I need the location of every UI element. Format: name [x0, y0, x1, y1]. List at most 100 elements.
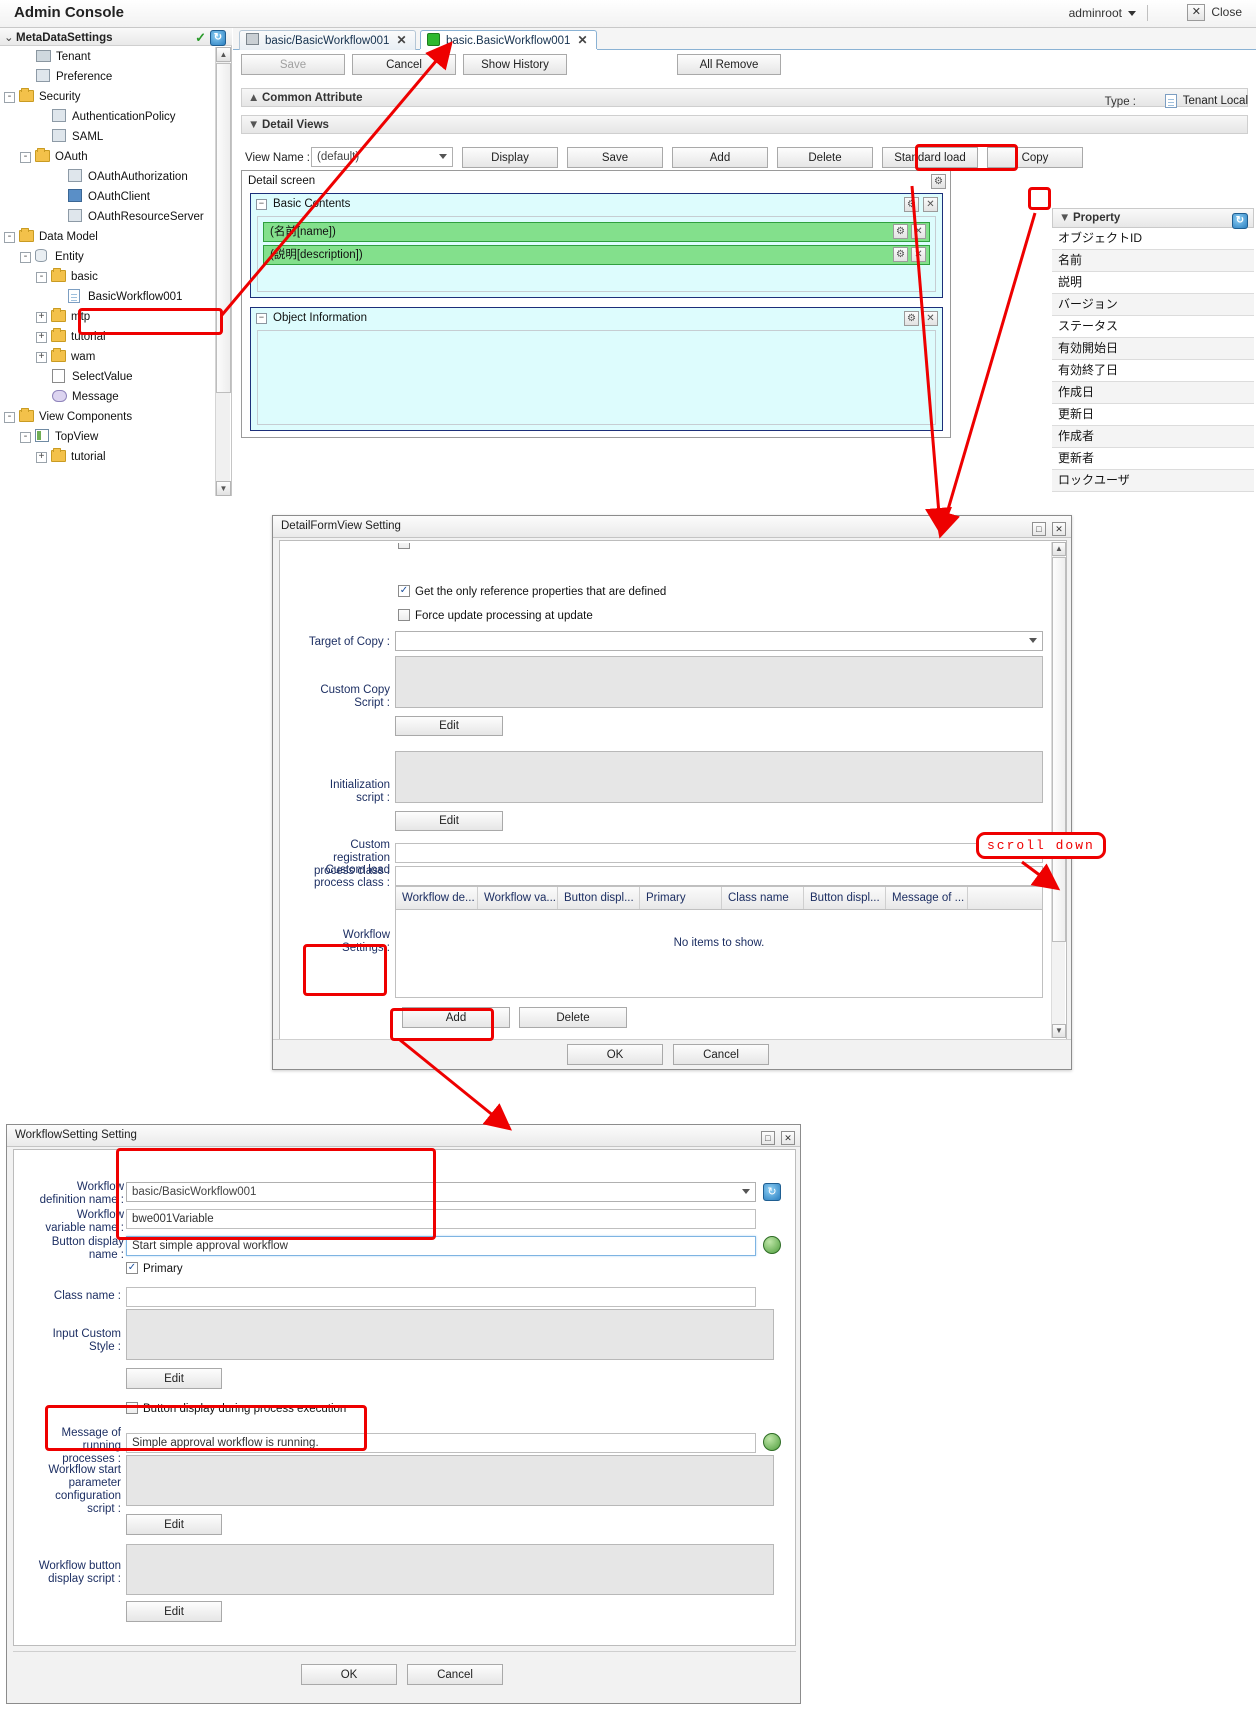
- tree-node-oauthauthorization[interactable]: OAuthAuthorization: [0, 167, 232, 187]
- tree-expander-icon[interactable]: -: [36, 271, 47, 283]
- close-icon[interactable]: ✕: [1052, 522, 1066, 536]
- property-row[interactable]: 名前: [1052, 250, 1254, 272]
- message-of-running-processes-input[interactable]: [126, 1433, 756, 1453]
- property-row[interactable]: オブジェクトID: [1052, 228, 1254, 250]
- input-custom-style-edit-button[interactable]: Edit: [126, 1368, 222, 1389]
- cancel-button[interactable]: Cancel: [352, 54, 456, 75]
- scroll-down-icon[interactable]: ▼: [216, 481, 231, 496]
- custom-load-process-class-input[interactable]: [395, 866, 1043, 886]
- table-column-header[interactable]: Button displ...: [558, 887, 640, 909]
- table-column-header[interactable]: Workflow de...: [396, 887, 478, 909]
- tree-node-topview[interactable]: - TopView: [0, 427, 232, 447]
- checkbox-button-display-during-process[interactable]: Button display during process execution: [126, 1402, 346, 1415]
- workflowsetting-cancel-button[interactable]: Cancel: [407, 1664, 503, 1685]
- tree-node-entity[interactable]: - Entity: [0, 247, 232, 267]
- checkbox-primary[interactable]: ✓ Primary: [126, 1262, 183, 1275]
- property-row[interactable]: 更新日: [1052, 404, 1254, 426]
- tree-node-view-components[interactable]: - View Components: [0, 407, 232, 427]
- property-row[interactable]: 有効終了日: [1052, 360, 1254, 382]
- property-row[interactable]: 作成者: [1052, 426, 1254, 448]
- tree-expander-icon[interactable]: +: [36, 331, 47, 343]
- scroll-down-icon[interactable]: ▼: [1052, 1024, 1066, 1038]
- tab-close-icon[interactable]: ✕: [396, 31, 406, 50]
- checkbox-icon[interactable]: [126, 1402, 138, 1414]
- object-information-gear-icon[interactable]: ⚙: [904, 311, 919, 326]
- checkbox-icon[interactable]: ✓: [398, 585, 410, 597]
- property-row[interactable]: バージョン: [1052, 294, 1254, 316]
- tree-expander-icon[interactable]: -: [20, 251, 31, 263]
- custom-copy-script-textarea[interactable]: [395, 656, 1043, 708]
- scroll-up-icon[interactable]: ▲: [216, 47, 231, 62]
- tree-expander-icon[interactable]: -: [4, 91, 15, 103]
- tab-basic-dot-basicworkflow001[interactable]: basic.BasicWorkflow001 ✕: [420, 30, 597, 50]
- view-delete-button[interactable]: Delete: [777, 147, 873, 168]
- object-information-close-icon[interactable]: ✕: [923, 311, 938, 326]
- tree-node-basic[interactable]: - basic: [0, 267, 232, 287]
- close-button[interactable]: ✕ Close: [1187, 4, 1242, 21]
- field-description-close-icon[interactable]: ✕: [911, 247, 926, 262]
- show-history-button[interactable]: Show History: [463, 54, 567, 75]
- tree-node-authenticationpolicy[interactable]: AuthenticationPolicy: [0, 107, 232, 127]
- workflow-button-display-script-textarea[interactable]: [126, 1544, 774, 1595]
- minimize-icon[interactable]: □: [760, 1131, 775, 1145]
- minimize-icon[interactable]: □: [1031, 522, 1046, 536]
- workflow-start-parameter-configuration-script-textarea[interactable]: [126, 1455, 774, 1506]
- initialization-script-edit-button[interactable]: Edit: [395, 811, 503, 831]
- custom-registration-process-class-input[interactable]: [395, 843, 1043, 863]
- tree-node-preference[interactable]: Preference: [0, 67, 232, 87]
- field-description[interactable]: (説明[description]) ⚙ ✕: [263, 245, 930, 265]
- tree-node-tutorial[interactable]: + tutorial: [0, 327, 232, 347]
- table-column-header[interactable]: Message of ...: [886, 887, 968, 909]
- checkbox-icon[interactable]: [398, 609, 410, 621]
- property-row[interactable]: 説明: [1052, 272, 1254, 294]
- input-custom-style-textarea[interactable]: [126, 1309, 774, 1360]
- property-row[interactable]: ステータス: [1052, 316, 1254, 338]
- workflowsetting-ok-button[interactable]: OK: [301, 1664, 397, 1685]
- table-column-header[interactable]: Primary: [640, 887, 722, 909]
- tree-node-wam[interactable]: + wam: [0, 347, 232, 367]
- tree-scrollbar[interactable]: ▲ ▼: [215, 47, 231, 496]
- button-display-name-input[interactable]: [126, 1236, 756, 1256]
- globe-icon[interactable]: [763, 1433, 781, 1451]
- all-remove-button[interactable]: All Remove: [677, 54, 781, 75]
- copy-button[interactable]: Copy: [987, 147, 1083, 168]
- scroll-up-icon[interactable]: ▲: [1052, 542, 1066, 556]
- workflow-start-parameter-edit-button[interactable]: Edit: [126, 1514, 222, 1535]
- field-name[interactable]: (名前[name]) ⚙ ✕: [263, 222, 930, 242]
- scrollbar-thumb[interactable]: [216, 63, 231, 393]
- close-icon[interactable]: ✕: [781, 1131, 795, 1145]
- detailformview-cancel-button[interactable]: Cancel: [673, 1044, 769, 1065]
- scrollbar-thumb[interactable]: [1052, 557, 1066, 942]
- checkbox-get-reference-properties[interactable]: ✓ Get the only reference properties that …: [398, 585, 666, 598]
- table-column-header[interactable]: Workflow va...: [478, 887, 558, 909]
- tree-expander-icon[interactable]: -: [4, 231, 15, 243]
- property-row[interactable]: 有効開始日: [1052, 338, 1254, 360]
- basic-contents-close-icon[interactable]: ✕: [923, 197, 938, 212]
- property-row[interactable]: 更新者: [1052, 448, 1254, 470]
- globe-icon[interactable]: [763, 1236, 781, 1254]
- property-row[interactable]: 作成日: [1052, 382, 1254, 404]
- tree-header[interactable]: ⌄ MetaDataSettings ✓ ↻: [0, 28, 232, 46]
- tree-node-oauthresourceserver[interactable]: OAuthResourceServer: [0, 207, 232, 227]
- property-row[interactable]: ロックユーザ: [1052, 470, 1254, 492]
- tab-basic-slash-basicworkflow001[interactable]: basic/BasicWorkflow001 ✕: [239, 30, 416, 50]
- refresh-icon[interactable]: ↻: [1232, 211, 1248, 230]
- common-attribute-section-header[interactable]: ▲ Common Attribute: [241, 88, 1248, 107]
- target-of-copy-select[interactable]: [395, 631, 1043, 651]
- workflow-delete-button[interactable]: Delete: [519, 1007, 627, 1028]
- tree-node-security[interactable]: - Security: [0, 87, 232, 107]
- tree-node-tenant[interactable]: Tenant: [0, 47, 232, 67]
- tree-node-saml[interactable]: SAML: [0, 127, 232, 147]
- custom-copy-script-edit-button[interactable]: Edit: [395, 716, 503, 736]
- clipped-checkbox[interactable]: [398, 543, 410, 549]
- dialog-scrollbar[interactable]: ▲ ▼: [1051, 542, 1066, 1038]
- tree-node-data-model[interactable]: - Data Model: [0, 227, 232, 247]
- user-menu[interactable]: adminroot: [1069, 6, 1136, 20]
- save-button[interactable]: Save: [241, 54, 345, 75]
- detail-views-section-header[interactable]: ▼ Detail Views: [241, 115, 1248, 134]
- tree-node-message[interactable]: Message: [0, 387, 232, 407]
- property-panel-header[interactable]: ▼ Property ↻: [1052, 208, 1254, 230]
- display-button[interactable]: Display: [462, 147, 558, 168]
- tree-node-mtp[interactable]: + mtp: [0, 307, 232, 327]
- tree-expander-icon[interactable]: +: [36, 451, 47, 463]
